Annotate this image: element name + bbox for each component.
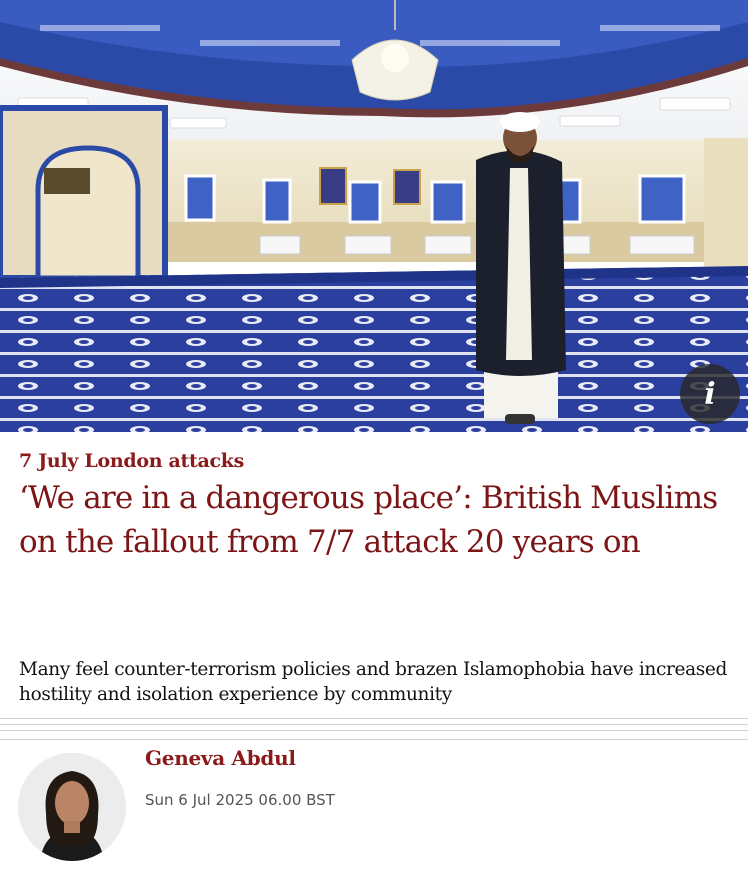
author-name[interactable]: Geneva Abdul — [145, 746, 296, 770]
article-standfirst: Many feel counter-terrorism policies and… — [19, 659, 728, 705]
section-kicker[interactable]: 7 July London attacks — [19, 450, 244, 472]
hero-image: i — [0, 0, 748, 432]
article-headline: ‘We are in a dangerous place’: British M… — [19, 480, 718, 560]
divider — [0, 739, 748, 740]
divider — [0, 724, 748, 725]
publish-date: Sun 6 Jul 2025 06.00 BST — [145, 791, 335, 809]
author-photo — [18, 753, 126, 861]
author-avatar[interactable] — [18, 753, 126, 861]
divider — [0, 718, 748, 719]
info-icon[interactable]: i — [680, 364, 740, 424]
divider — [0, 730, 748, 731]
